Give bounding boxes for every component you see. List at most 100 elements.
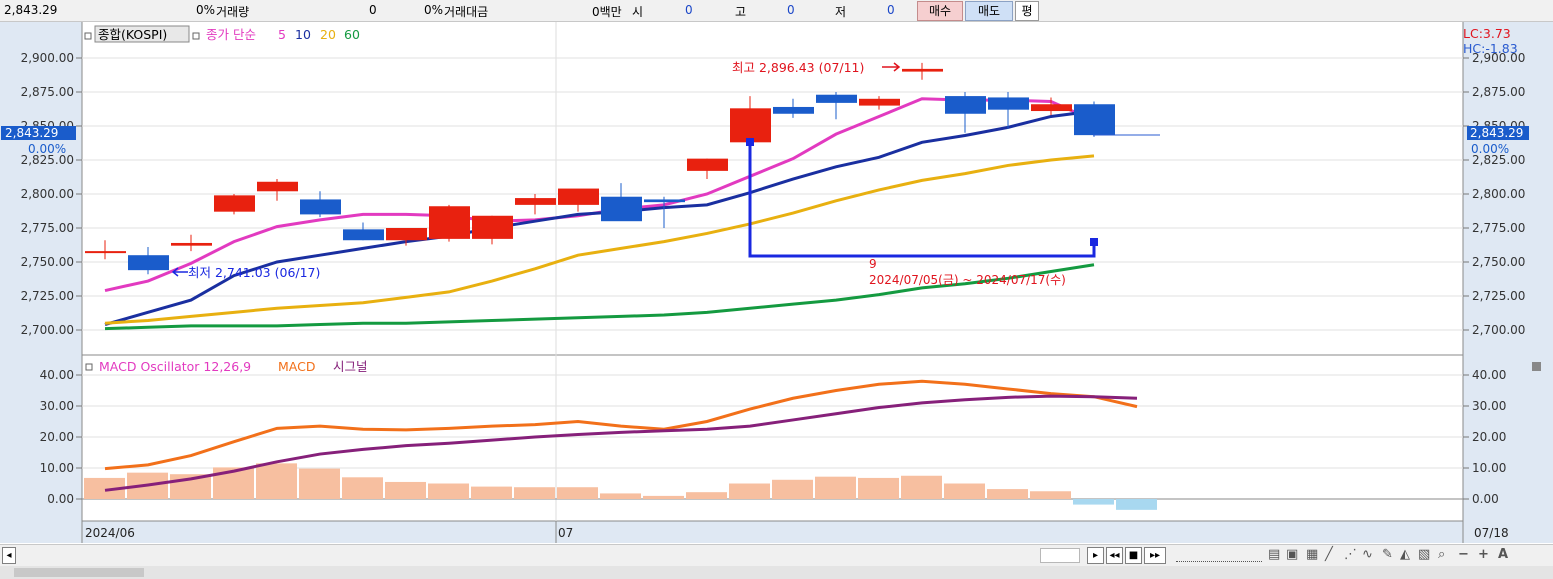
oscillator-bar	[858, 477, 899, 499]
candle-body	[601, 196, 642, 222]
buy-button[interactable]: 매수	[917, 1, 963, 21]
price-tick-label-left: 2,750.00	[21, 255, 74, 269]
quote-toolbar: 2,843.29 0% 거래량 0 0% 거래대금 0백만 시 0 고 0 저 …	[0, 0, 1553, 22]
candle-body	[85, 251, 126, 254]
pencil-icon[interactable]: ✎	[1382, 547, 1393, 562]
price-tick-label-right: 2,725.00	[1472, 289, 1525, 303]
candle-body	[171, 242, 212, 246]
price-tick-label-left: 2,700.00	[21, 323, 74, 337]
oscillator-bar	[428, 483, 469, 499]
oscillator-bar	[901, 475, 942, 499]
macd-tick-label-right: 10.00	[1472, 461, 1506, 475]
oscillator-bar	[600, 493, 641, 499]
price-tick-label-left: 2,875.00	[21, 85, 74, 99]
candle-body	[472, 215, 513, 239]
oscillator-bar	[643, 495, 684, 499]
date-axis	[0, 521, 1553, 543]
candle-body	[128, 255, 169, 271]
fibonacci-icon[interactable]: ⋰	[1344, 547, 1357, 562]
candle-body	[945, 96, 986, 114]
scroll-left-button[interactable]: ◂	[2, 547, 16, 564]
period-range: 2024/07/05(금) ~ 2024/07/17(수)	[869, 273, 1066, 287]
date-end: 07/18	[1474, 526, 1509, 540]
pane-close-icon[interactable]	[1532, 362, 1541, 371]
oscillator-bar	[944, 483, 985, 499]
macd-tick-label-left: 30.00	[40, 399, 74, 413]
zoom-out-icon[interactable]: −	[1458, 547, 1469, 562]
low-value: 0	[887, 3, 895, 17]
amount-percent: 0%	[424, 3, 444, 17]
speed-slider[interactable]	[1176, 551, 1262, 562]
macd-tick-label-right: 40.00	[1472, 368, 1506, 382]
price-tick-label-right: 2,700.00	[1472, 323, 1525, 337]
candle-body	[773, 106, 814, 114]
grid-icon[interactable]: ▦	[1306, 547, 1318, 562]
candle-body	[1074, 104, 1115, 136]
oscillator-bar	[1116, 499, 1157, 510]
volume-label: 거래량	[216, 5, 250, 19]
volume-value: 0	[369, 3, 377, 17]
current-pct-left: 0.00%	[28, 142, 66, 156]
candle-body	[343, 229, 384, 241]
oscillator-bar	[557, 487, 598, 499]
candle-body	[730, 108, 771, 143]
oscillator-bar	[772, 479, 813, 499]
play-button[interactable]: ▸	[1087, 547, 1104, 564]
auto-scale-icon[interactable]: A	[1498, 547, 1508, 562]
macd-tick-label-left: 10.00	[40, 461, 74, 475]
period-start-marker	[746, 138, 754, 146]
stop-button[interactable]: ■	[1125, 547, 1142, 564]
ma20-label: 20	[320, 27, 336, 42]
period-end-marker	[1090, 238, 1098, 246]
oscillator-bar	[299, 468, 340, 499]
date-start: 2024/06	[85, 526, 135, 540]
average-button[interactable]: 평	[1015, 1, 1039, 21]
sell-button[interactable]: 매도	[965, 1, 1013, 21]
oscillator-bar	[815, 476, 856, 499]
ma60-label: 60	[344, 27, 360, 42]
image-icon[interactable]: ▧	[1418, 547, 1430, 562]
layout-icon[interactable]: ▤	[1268, 547, 1280, 562]
oscillator-bar	[342, 477, 383, 499]
macd-tick-label-left: 20.00	[40, 430, 74, 444]
magnifier-icon[interactable]: ⌕	[1438, 547, 1445, 562]
oscillator-bar	[1073, 499, 1114, 505]
macd-tick-label-right: 0.00	[1472, 492, 1499, 506]
current-pct-right: 0.00%	[1471, 142, 1509, 156]
scroll-thumb[interactable]	[1040, 548, 1080, 563]
open-value: 0	[685, 3, 693, 17]
current-price-left: 2,843.29	[5, 126, 58, 140]
oscillator-bar	[729, 483, 770, 499]
amount-label: 거래대금	[444, 5, 489, 19]
price-tick-label-left: 2,800.00	[21, 187, 74, 201]
zoom-in-icon[interactable]: +	[1478, 547, 1489, 562]
oscillator-bar	[385, 481, 426, 499]
hc-label: HC:-1.83	[1463, 41, 1518, 56]
trendline-icon[interactable]: ╱	[1325, 547, 1333, 562]
candle-body	[300, 199, 341, 215]
candle-body	[859, 98, 900, 106]
measure-icon[interactable]: ◭	[1400, 547, 1410, 562]
candle-body	[214, 195, 255, 212]
current-price: 2,843.29	[4, 3, 58, 17]
candle-body	[515, 198, 556, 205]
fast-forward-button[interactable]: ▸▸	[1144, 547, 1166, 564]
candle-body	[386, 228, 427, 241]
price-tick-label-right: 2,800.00	[1472, 187, 1525, 201]
macd-tick-label-right: 30.00	[1472, 399, 1506, 413]
status-strip	[0, 566, 1553, 579]
window-icon[interactable]: ▣	[1286, 547, 1298, 562]
open-label: 시	[632, 5, 644, 19]
price-tick-label-left: 2,725.00	[21, 289, 74, 303]
candle-body	[429, 206, 470, 239]
candle-body	[558, 188, 599, 205]
macd-osc-label: MACD Oscillator 12,26,9	[99, 359, 251, 374]
lc-label: LC:3.73	[1463, 26, 1511, 41]
status-progress	[14, 568, 144, 577]
oscillator-bar	[514, 487, 555, 499]
wave-icon[interactable]: ∿	[1362, 547, 1373, 562]
oscillator-bar	[471, 486, 512, 499]
high-note: 최고 2,896.43 (07/11)	[732, 60, 864, 75]
rewind-button[interactable]: ◂◂	[1106, 547, 1123, 564]
macd-tick-label-left: 40.00	[40, 368, 74, 382]
